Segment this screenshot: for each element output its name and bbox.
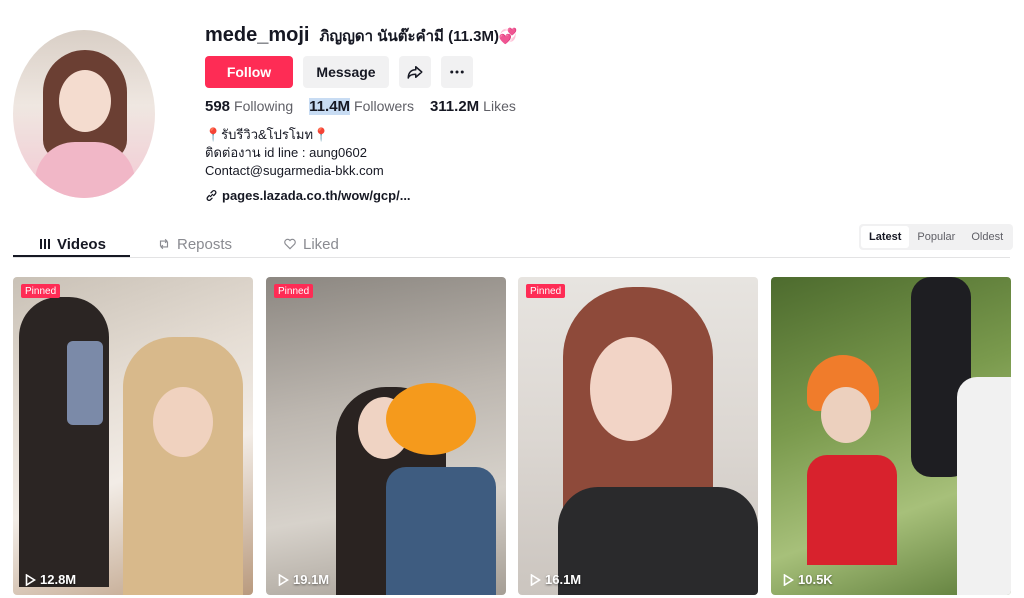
video-thumbnail-phone bbox=[67, 341, 103, 425]
profile-link-text: pages.lazada.co.th/wow/gcp/... bbox=[222, 188, 411, 203]
more-icon bbox=[450, 70, 464, 74]
likes-label: Likes bbox=[483, 98, 516, 114]
video-card[interactable]: Pinned 16.1M bbox=[518, 277, 758, 595]
message-button[interactable]: Message bbox=[303, 56, 389, 88]
video-thumbnail-outfit bbox=[807, 455, 897, 565]
play-icon bbox=[25, 573, 36, 586]
video-thumbnail-figure bbox=[957, 377, 1011, 595]
link-icon bbox=[206, 190, 217, 201]
profile-link[interactable]: pages.lazada.co.th/wow/gcp/... bbox=[205, 188, 411, 203]
repost-icon bbox=[159, 238, 169, 250]
heart-icon bbox=[284, 238, 296, 250]
video-thumbnail-object bbox=[386, 383, 476, 455]
followers-label: Followers bbox=[354, 98, 414, 114]
followers-stat[interactable]: 11.4M Followers bbox=[309, 98, 414, 115]
bio: 📍รับรีวิว&โปรโมท📍 ติดต่องาน id line : au… bbox=[205, 126, 384, 180]
video-thumbnail-face bbox=[821, 387, 871, 443]
following-count: 598 bbox=[205, 98, 231, 115]
tab-liked[interactable]: Liked bbox=[283, 230, 339, 258]
video-card[interactable]: Pinned 19.1M bbox=[266, 277, 506, 595]
profile-actions: Follow Message bbox=[205, 56, 473, 88]
sort-latest[interactable]: Latest bbox=[861, 226, 910, 248]
tab-videos[interactable]: Videos bbox=[39, 230, 106, 258]
video-card[interactable]: 10.5K bbox=[771, 277, 1011, 595]
following-stat[interactable]: 598 Following bbox=[205, 98, 293, 115]
bio-line: 📍รับรีวิว&โปรโมท📍 bbox=[205, 127, 330, 142]
sort-oldest[interactable]: Oldest bbox=[963, 226, 1011, 248]
profile-stats: 598 Following 11.4M Followers 311.2M Likes bbox=[205, 98, 516, 115]
active-tab-indicator bbox=[13, 255, 130, 257]
video-thumbnail-figure bbox=[123, 337, 243, 595]
video-card[interactable]: Pinned 12.8M bbox=[13, 277, 253, 595]
view-count-value: 16.1M bbox=[545, 572, 582, 587]
tab-label: Reposts bbox=[177, 235, 233, 253]
name-row: mede_moji ภิญญดา นันต๊ะคำมี (11.3M)💞 bbox=[205, 24, 518, 48]
view-count-value: 10.5K bbox=[798, 572, 833, 587]
video-thumbnail-outfit bbox=[558, 487, 758, 595]
pinned-badge: Pinned bbox=[274, 284, 314, 298]
bio-line: Contact@sugarmedia-bkk.com bbox=[205, 163, 384, 178]
share-icon bbox=[407, 66, 423, 79]
grid-icon bbox=[40, 239, 50, 249]
view-count: 12.8M bbox=[25, 572, 76, 587]
nickname: ภิญญดา นันต๊ะคำมี (11.3M)💞 bbox=[319, 28, 518, 45]
view-count: 16.1M bbox=[530, 572, 581, 587]
pinned-badge: Pinned bbox=[21, 284, 61, 298]
following-label: Following bbox=[234, 98, 294, 114]
view-count: 19.1M bbox=[278, 572, 329, 587]
play-icon bbox=[530, 573, 541, 586]
likes-count: 311.2M bbox=[429, 98, 480, 115]
bio-line: ติดต่องาน id line : aung0602 bbox=[205, 145, 367, 160]
share-button[interactable] bbox=[399, 56, 431, 88]
view-count: 10.5K bbox=[783, 572, 833, 587]
video-thumbnail-face bbox=[590, 337, 672, 441]
view-count-value: 19.1M bbox=[293, 572, 330, 587]
more-button[interactable] bbox=[441, 56, 473, 88]
followers-count: 11.4M bbox=[309, 98, 351, 115]
follow-button[interactable]: Follow bbox=[205, 56, 293, 88]
video-thumbnail-face bbox=[153, 387, 213, 457]
username: mede_moji bbox=[205, 24, 310, 46]
avatar-outfit bbox=[35, 142, 135, 198]
video-thumbnail-outfit bbox=[386, 467, 496, 595]
tab-reposts[interactable]: Reposts bbox=[157, 230, 232, 258]
tab-label: Videos bbox=[57, 235, 106, 253]
avatar[interactable] bbox=[13, 30, 155, 198]
likes-stat: 311.2M Likes bbox=[430, 98, 516, 115]
sort-control: Latest Popular Oldest bbox=[859, 224, 1014, 250]
avatar-face bbox=[59, 70, 111, 132]
tab-label: Liked bbox=[303, 235, 339, 253]
pinned-badge: Pinned bbox=[526, 284, 566, 298]
play-icon bbox=[783, 573, 794, 586]
view-count-value: 12.8M bbox=[40, 572, 77, 587]
sort-popular[interactable]: Popular bbox=[909, 226, 963, 248]
play-icon bbox=[278, 573, 289, 586]
